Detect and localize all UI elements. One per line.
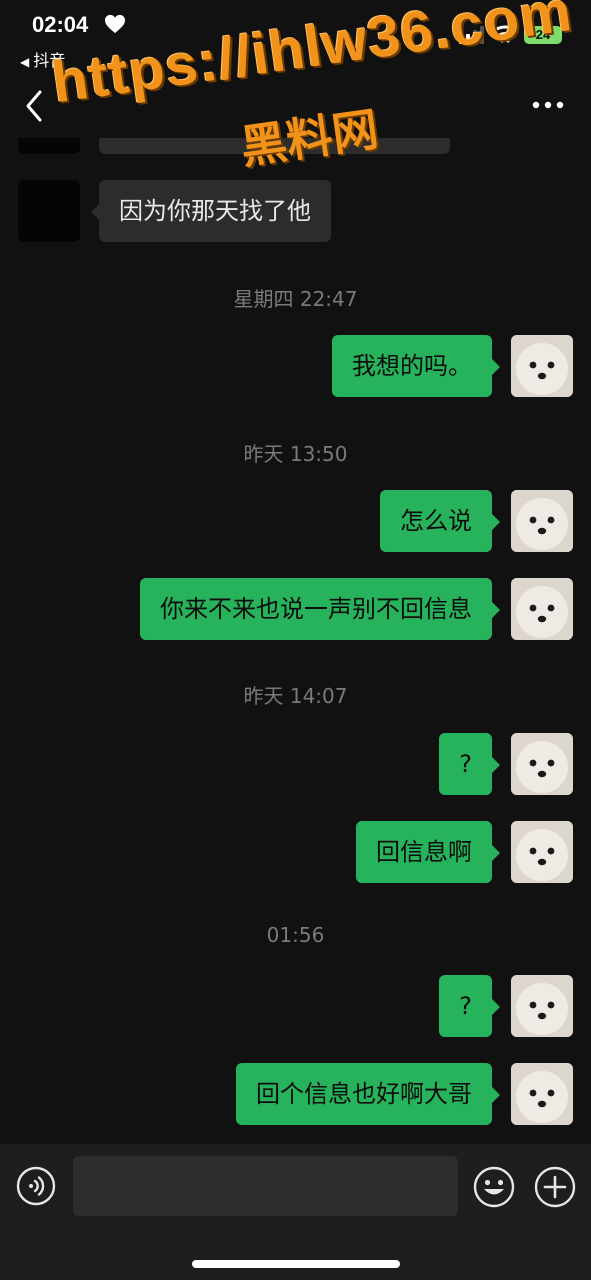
message-bubble-outgoing[interactable]: ? [439, 733, 500, 795]
my-avatar[interactable] [511, 1063, 573, 1125]
message-timestamp: 星期四 22:47 [233, 287, 358, 311]
message-bubble-outgoing[interactable]: 回个信息也好啊大哥 [236, 1063, 500, 1125]
chat-area[interactable]: 因为你那天找了他 星期四 22:47 我想的吗。 昨天 13:50 怎么说 你来… [0, 138, 591, 1144]
dog-avatar-icon [511, 1063, 573, 1125]
voice-icon[interactable] [16, 1166, 56, 1206]
message-bubble-outgoing[interactable]: 回信息啊 [356, 821, 500, 883]
message-bubble-outgoing[interactable]: 你来不来也说一声别不回信息 [140, 578, 500, 640]
message-timestamp: 昨天 14:07 [243, 684, 348, 708]
dog-avatar-icon [511, 490, 573, 552]
my-avatar[interactable] [511, 975, 573, 1037]
status-time: 02:04 [32, 12, 89, 37]
my-avatar[interactable] [511, 733, 573, 795]
emoji-icon[interactable] [473, 1166, 515, 1208]
message-timestamp: 昨天 13:50 [243, 442, 348, 466]
more-dots-icon[interactable] [532, 101, 564, 109]
contact-avatar[interactable] [18, 138, 80, 154]
back-triangle-icon: ◀ [20, 55, 30, 69]
message-bubble-outgoing[interactable]: 怎么说 [380, 490, 500, 552]
dog-avatar-icon [511, 335, 573, 397]
plus-icon[interactable] [534, 1166, 576, 1208]
dog-avatar-icon [511, 733, 573, 795]
my-avatar[interactable] [511, 490, 573, 552]
my-avatar[interactable] [511, 335, 573, 397]
home-indicator[interactable] [192, 1260, 400, 1268]
message-timestamp: 01:56 [266, 923, 325, 947]
dog-avatar-icon [511, 578, 573, 640]
heart-icon [105, 14, 125, 34]
message-bubble-incoming[interactable]: 因为你那天找了他 [91, 180, 331, 242]
message-bubble-outgoing[interactable]: 我想的吗。 [332, 335, 500, 397]
my-avatar[interactable] [511, 821, 573, 883]
dog-avatar-icon [511, 821, 573, 883]
message-input[interactable] [73, 1156, 458, 1216]
dog-avatar-icon [511, 975, 573, 1037]
contact-avatar[interactable] [18, 180, 80, 242]
my-avatar[interactable] [511, 578, 573, 640]
message-bubble-outgoing[interactable]: ? [439, 975, 500, 1037]
